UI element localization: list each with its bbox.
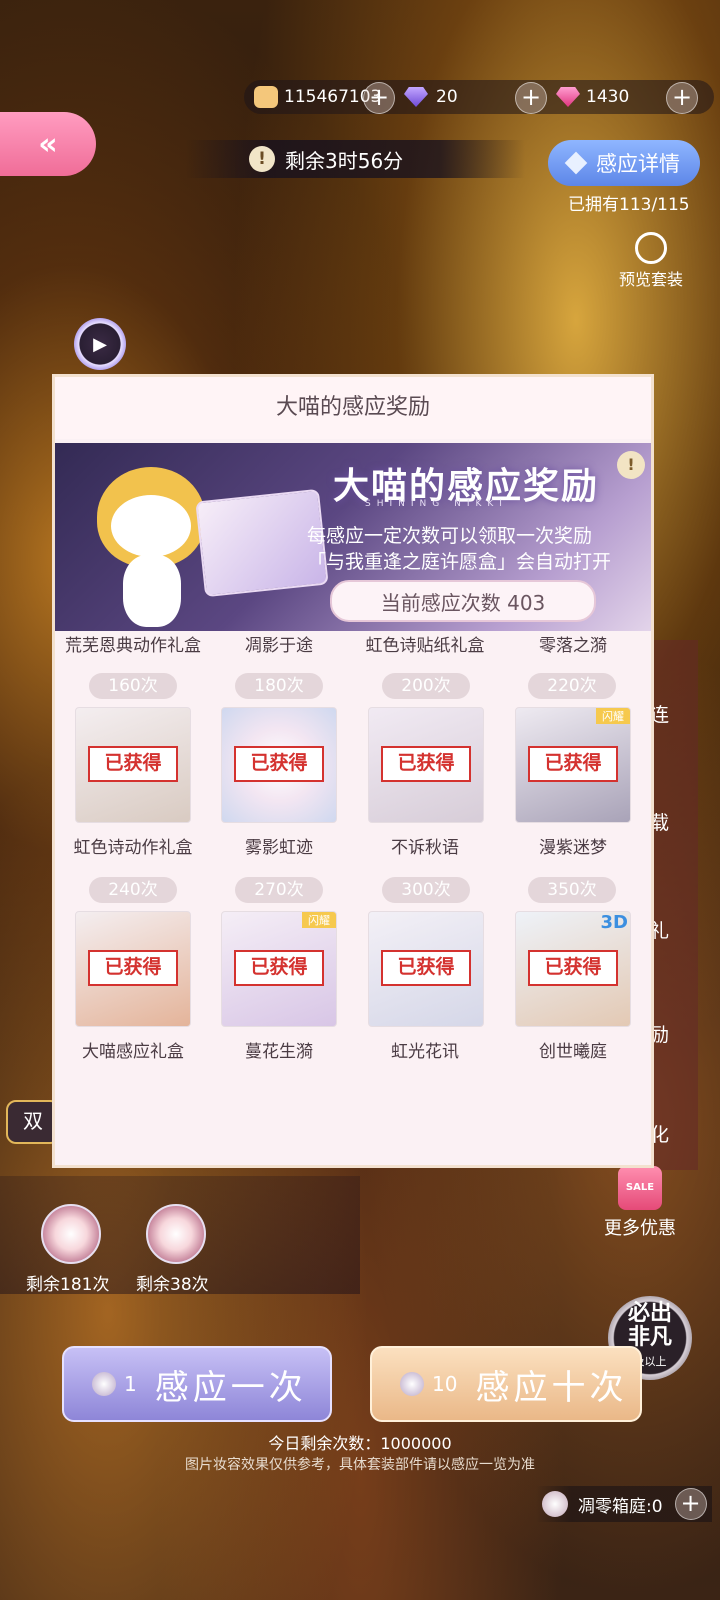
pink-diamond-icon <box>556 87 580 107</box>
cat-face <box>111 495 191 557</box>
purple-diamond-amount: 20 <box>436 87 458 107</box>
add-garden-button[interactable]: + <box>674 1488 707 1520</box>
sense-ten-label: 感应十次 <box>475 1367 628 1408</box>
crystal-ball-icon <box>92 1372 116 1396</box>
wish-orb-1[interactable] <box>41 1204 101 1264</box>
obtained-stamp: 已获得 <box>88 746 178 782</box>
reward-threshold: 220次 <box>528 673 616 699</box>
obtained-stamp: 已获得 <box>88 950 178 986</box>
reward-modal: 大喵的感应奖励 大喵的感应奖励 SHINING NIKKI 每感应一定次数可以领… <box>52 374 654 1168</box>
prev-reward-name-1: 荒芜恩典动作礼盒 <box>65 636 201 656</box>
shine-tag: 闪耀 <box>596 708 630 724</box>
reward-item[interactable]: 已获得 <box>75 911 191 1027</box>
withered-garden-counter: 凋零箱庭:0 + <box>536 1486 712 1522</box>
owned-count: 已拥有113/115 <box>568 195 690 215</box>
reward-threshold: 200次 <box>382 673 470 699</box>
obtained-stamp: 已获得 <box>528 746 618 782</box>
wish-orb-2[interactable] <box>146 1204 206 1264</box>
badge-line-1: 必出 <box>627 1301 672 1326</box>
dual-label: 双 <box>23 1109 43 1133</box>
back-button[interactable]: « <box>0 112 96 176</box>
reward-item[interactable]: 3D 已获得 <box>515 911 631 1027</box>
reward-threshold: 160次 <box>89 673 177 699</box>
preview-suit-button[interactable]: 预览套装 <box>614 232 688 290</box>
obtained-stamp: 已获得 <box>528 950 618 986</box>
3d-tag: 3D <box>600 912 628 933</box>
sale-bag-icon: SALE <box>618 1166 662 1210</box>
crystal-ball-icon <box>542 1491 568 1517</box>
garden-count: 凋零箱庭:0 <box>578 1496 663 1517</box>
diamond-icon <box>564 151 588 175</box>
sense-detail-button[interactable]: 感应详情 <box>548 140 700 186</box>
reward-name: 虹色诗动作礼盒 <box>73 838 193 858</box>
reward-banner: 大喵的感应奖励 SHINING NIKKI 每感应一定次数可以领取一次奖励 「与… <box>55 443 651 631</box>
pink-diamond-currency: 1430 <box>556 80 629 114</box>
obtained-stamp: 已获得 <box>381 746 471 782</box>
sense-ten-button[interactable]: 10 感应十次 <box>370 1346 642 1422</box>
prev-reward-name-4: 零落之漪 <box>539 636 607 656</box>
shine-tag: 闪耀 <box>302 912 336 928</box>
orb-2-remaining: 剩余38次 <box>136 1275 209 1295</box>
crystal-ball-icon <box>400 1372 424 1396</box>
reward-name: 虹光花讯 <box>391 1042 459 1062</box>
reward-item[interactable]: 已获得 <box>75 707 191 823</box>
obtained-stamp: 已获得 <box>234 746 324 782</box>
obtained-stamp: 已获得 <box>234 950 324 986</box>
remaining-time: ! 剩余3时56分 <box>185 140 525 178</box>
modal-header: 大喵的感应奖励 <box>55 377 651 439</box>
exclamation-icon: ! <box>249 146 275 172</box>
pink-diamond-amount: 1430 <box>586 87 630 107</box>
reward-name: 创世曦庭 <box>539 1042 607 1062</box>
cat-coin-icon <box>254 86 278 108</box>
add-gold-button[interactable]: + <box>363 82 395 114</box>
today-remaining: 今日剩余次数：1000000 <box>268 1434 452 1453</box>
timer-text: 剩余3时56分 <box>285 148 404 173</box>
obtained-stamp: 已获得 <box>381 950 471 986</box>
modal-title: 大喵的感应奖励 <box>275 395 430 420</box>
purple-diamond-currency: 20 <box>404 80 458 114</box>
more-offers-label: 更多优惠 <box>604 1218 676 1239</box>
reward-threshold: 300次 <box>382 877 470 903</box>
play-video-button[interactable]: ▶ <box>74 318 126 370</box>
prev-reward-name-3: 虹色诗贴纸礼盒 <box>365 636 485 656</box>
disclaimer-note: 图片妆容效果仅供参考，具体套装部件请以感应一览为准 <box>185 1457 535 1473</box>
reward-item[interactable]: 已获得 <box>221 707 337 823</box>
double-chevron-left-icon: « <box>38 126 58 162</box>
sense-count: 当前感应次数 403 <box>330 580 596 622</box>
cat-body <box>123 555 181 627</box>
reward-threshold: 350次 <box>528 877 616 903</box>
more-offers-button[interactable]: SALE 更多优惠 <box>594 1166 686 1246</box>
ten-cost: 10 <box>432 1372 458 1396</box>
sense-once-button[interactable]: 1 感应一次 <box>62 1346 332 1422</box>
prev-reward-name-2: 凋影于途 <box>245 636 313 656</box>
orb-1-remaining: 剩余181次 <box>26 1275 110 1295</box>
sense-once-label: 感应一次 <box>154 1367 307 1408</box>
add-pink-diamond-button[interactable]: + <box>666 82 698 114</box>
reward-item[interactable]: 已获得 <box>368 707 484 823</box>
reward-item[interactable]: 已获得 <box>368 911 484 1027</box>
once-cost: 1 <box>124 1372 137 1396</box>
purple-diamond-icon <box>404 87 428 107</box>
wish-orb-panel: 剩余181次 剩余38次 <box>0 1176 360 1295</box>
banner-subtitle: SHINING NIKKI <box>365 499 508 509</box>
sense-detail-label: 感应详情 <box>596 152 680 176</box>
reward-threshold: 270次 <box>235 877 323 903</box>
reward-name: 雾影虹迹 <box>245 838 313 858</box>
reward-name: 不诉秋语 <box>391 838 459 858</box>
banner-line-1: 每感应一定次数可以领取一次奖励 <box>307 525 593 547</box>
info-icon[interactable]: ! <box>617 451 645 479</box>
preview-suit-label: 预览套装 <box>618 270 683 289</box>
reward-item[interactable]: 闪耀 已获得 <box>221 911 337 1027</box>
add-purple-diamond-button[interactable]: + <box>515 82 547 114</box>
reward-name: 大喵感应礼盒 <box>82 1042 184 1062</box>
banner-line-2: 「与我重逢之庭许愿盒」会自动打开 <box>307 551 612 573</box>
reward-threshold: 180次 <box>235 673 323 699</box>
magnifier-icon <box>635 232 667 264</box>
play-icon: ▶ <box>93 333 107 355</box>
reward-name: 漫紫迷梦 <box>539 838 607 858</box>
reward-item[interactable]: 闪耀 已获得 <box>515 707 631 823</box>
reward-name: 蔓花生漪 <box>245 1042 313 1062</box>
reward-threshold: 240次 <box>89 877 177 903</box>
